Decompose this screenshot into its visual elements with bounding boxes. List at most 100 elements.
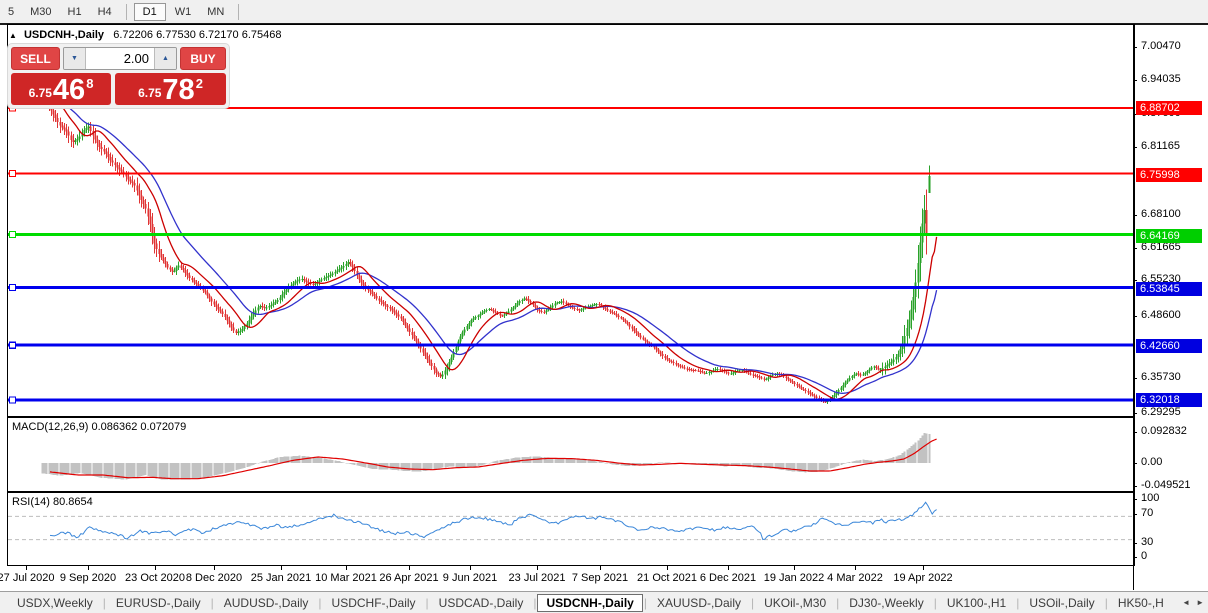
tab-separator: | xyxy=(103,596,106,610)
macd-label: MACD(12,26,9) 0.086362 0.072079 xyxy=(12,421,186,433)
date-label: 19 Jan 2022 xyxy=(764,572,825,584)
date-label: 27 Jul 2020 xyxy=(0,572,54,584)
price-level-badge: 6.42660 xyxy=(1136,339,1202,353)
rsi-canvas[interactable] xyxy=(8,493,1133,563)
tab-separator: | xyxy=(751,596,754,610)
ohlc-values: 6.72206 6.77530 6.72170 6.75468 xyxy=(113,29,281,41)
one-click-trading-panel: SELL ▼ 2.00 ▲ BUY 6.75 46 8 6.75 78 2 xyxy=(8,44,229,108)
date-tick xyxy=(214,566,215,570)
collapse-triangle-icon[interactable]: ▲ xyxy=(9,31,17,40)
timeframe-button-h4[interactable]: H4 xyxy=(91,4,119,20)
sell-button[interactable]: SELL xyxy=(11,47,60,70)
chart-tab-usdx[interactable]: USDX,Weekly xyxy=(8,595,102,611)
tab-separator: | xyxy=(644,596,647,610)
rsi-tick-label: 0 xyxy=(1141,550,1147,562)
tab-scroll-right-icon[interactable]: ► xyxy=(1196,598,1204,607)
price-tick-label: 6.94035 xyxy=(1141,73,1181,85)
date-label: 10 Mar 2021 xyxy=(315,572,377,584)
chart-tab-usdcnh-[interactable]: USDCNH-,Daily xyxy=(537,594,642,612)
price-tick-label: 6.81165 xyxy=(1141,140,1180,152)
date-label: 23 Oct 2020 xyxy=(125,572,185,584)
tab-scroll-arrows: ◄► xyxy=(1182,598,1204,607)
volume-increase-icon[interactable]: ▲ xyxy=(154,48,176,69)
symbol-label: USDCNH-,Daily xyxy=(24,29,104,41)
axis-tick xyxy=(1133,248,1137,249)
date-tick xyxy=(88,566,89,570)
date-label: 9 Jun 2021 xyxy=(443,572,497,584)
macd-tick-label: 0.092832 xyxy=(1141,425,1187,437)
axis-tick xyxy=(1133,147,1137,148)
price-tick-label: 7.00470 xyxy=(1141,40,1181,52)
volume-stepper: ▼ 2.00 ▲ xyxy=(63,47,177,70)
tab-scroll-left-icon[interactable]: ◄ xyxy=(1182,598,1190,607)
chart-tab-eurusd-[interactable]: EURUSD-,Daily xyxy=(107,595,210,611)
chart-tab-ukoil-[interactable]: UKOil-,M30 xyxy=(755,595,835,611)
rsi-tick-label: 30 xyxy=(1141,536,1153,548)
chart-tab-bar: USDX,Weekly|EURUSD-,Daily|AUDUSD-,Daily|… xyxy=(0,591,1208,613)
chart-tab-dj30-[interactable]: DJ30-,Weekly xyxy=(840,595,932,611)
chart-tab-hk50-[interactable]: HK50-,H xyxy=(1109,595,1173,611)
axis-tick xyxy=(1133,280,1137,281)
date-label: 19 Apr 2022 xyxy=(893,572,952,584)
tab-separator: | xyxy=(1105,596,1108,610)
chart-tab-usdchf-[interactable]: USDCHF-,Daily xyxy=(323,595,425,611)
date-axis[interactable]: 27 Jul 2020 9 Sep 2020 23 Oct 20208 Dec 20… xyxy=(0,566,1208,591)
axis-tick xyxy=(1133,316,1137,317)
date-tick xyxy=(346,566,347,570)
bid-pip-digit: 8 xyxy=(86,76,93,91)
rsi-label: RSI(14) 80.8654 xyxy=(12,496,93,508)
date-tick xyxy=(155,566,156,570)
timeframe-button-w1[interactable]: W1 xyxy=(168,4,199,20)
date-tick xyxy=(470,566,471,570)
chart-tab-usoil-[interactable]: USOil-,Daily xyxy=(1020,595,1103,611)
date-label: 7 Sep 2021 xyxy=(572,572,628,584)
date-tick xyxy=(923,566,924,570)
macd-tick-label: 0.00 xyxy=(1141,456,1162,468)
price-tick-label: 6.68100 xyxy=(1141,208,1181,220)
date-tick xyxy=(855,566,856,570)
ask-price-button[interactable]: 6.75 78 2 xyxy=(115,73,226,105)
price-level-badge: 6.88702 xyxy=(1136,101,1202,115)
volume-decrease-icon[interactable]: ▼ xyxy=(64,48,86,69)
bid-prefix: 6.75 xyxy=(29,86,52,100)
tab-separator: | xyxy=(836,596,839,610)
chart-tab-uk100-[interactable]: UK100-,H1 xyxy=(938,595,1015,611)
date-tick xyxy=(409,566,410,570)
terminal-window: { "toolbar": { "items": ["5","M30","H1",… xyxy=(0,0,1208,613)
price-tick-label: 6.35730 xyxy=(1141,371,1181,383)
date-tick xyxy=(600,566,601,570)
chart-tab-xauusd-[interactable]: XAUUSD-,Daily xyxy=(648,595,750,611)
price-level-badge: 6.75998 xyxy=(1136,168,1202,182)
ask-pip-digit: 2 xyxy=(196,76,203,91)
ask-prefix: 6.75 xyxy=(138,86,161,100)
date-tick xyxy=(794,566,795,570)
date-label: 8 Dec 2020 xyxy=(186,572,242,584)
date-label: 6 Dec 2021 xyxy=(700,572,756,584)
tab-separator: | xyxy=(934,596,937,610)
rsi-tick-label: 70 xyxy=(1141,507,1153,519)
tab-separator: | xyxy=(426,596,429,610)
timeframe-button-h1[interactable]: H1 xyxy=(61,4,89,20)
date-label: 21 Oct 2021 xyxy=(637,572,697,584)
chart-title: ▲ USDCNH-,Daily 6.72206 6.77530 6.72170 … xyxy=(9,29,281,41)
buy-button[interactable]: BUY xyxy=(180,47,226,70)
axis-tick xyxy=(1133,543,1137,544)
date-tick xyxy=(728,566,729,570)
price-level-badge: 6.53845 xyxy=(1136,282,1202,296)
date-label: 9 Sep 2020 xyxy=(60,572,116,584)
macd-tick-label: -0.049521 xyxy=(1141,479,1191,491)
chart-tab-audusd-[interactable]: AUDUSD-,Daily xyxy=(215,595,318,611)
toolbar-separator xyxy=(126,4,127,20)
timeframe-button-mn[interactable]: MN xyxy=(200,4,231,20)
volume-input[interactable]: 2.00 xyxy=(86,48,154,69)
timeframe-button-d1[interactable]: D1 xyxy=(134,3,166,21)
bid-price-button[interactable]: 6.75 46 8 xyxy=(11,73,111,105)
timeframe-button-m30[interactable]: M30 xyxy=(23,4,58,20)
date-label: 26 Apr 2021 xyxy=(379,572,438,584)
axis-tick xyxy=(1133,499,1137,500)
price-level-badge: 6.32018 xyxy=(1136,393,1202,407)
timeframe-button-5[interactable]: 5 xyxy=(1,4,21,20)
chart-tab-usdcad-[interactable]: USDCAD-,Daily xyxy=(430,595,533,611)
rsi-tick-label: 100 xyxy=(1141,492,1159,504)
axis-tick xyxy=(1133,413,1137,414)
